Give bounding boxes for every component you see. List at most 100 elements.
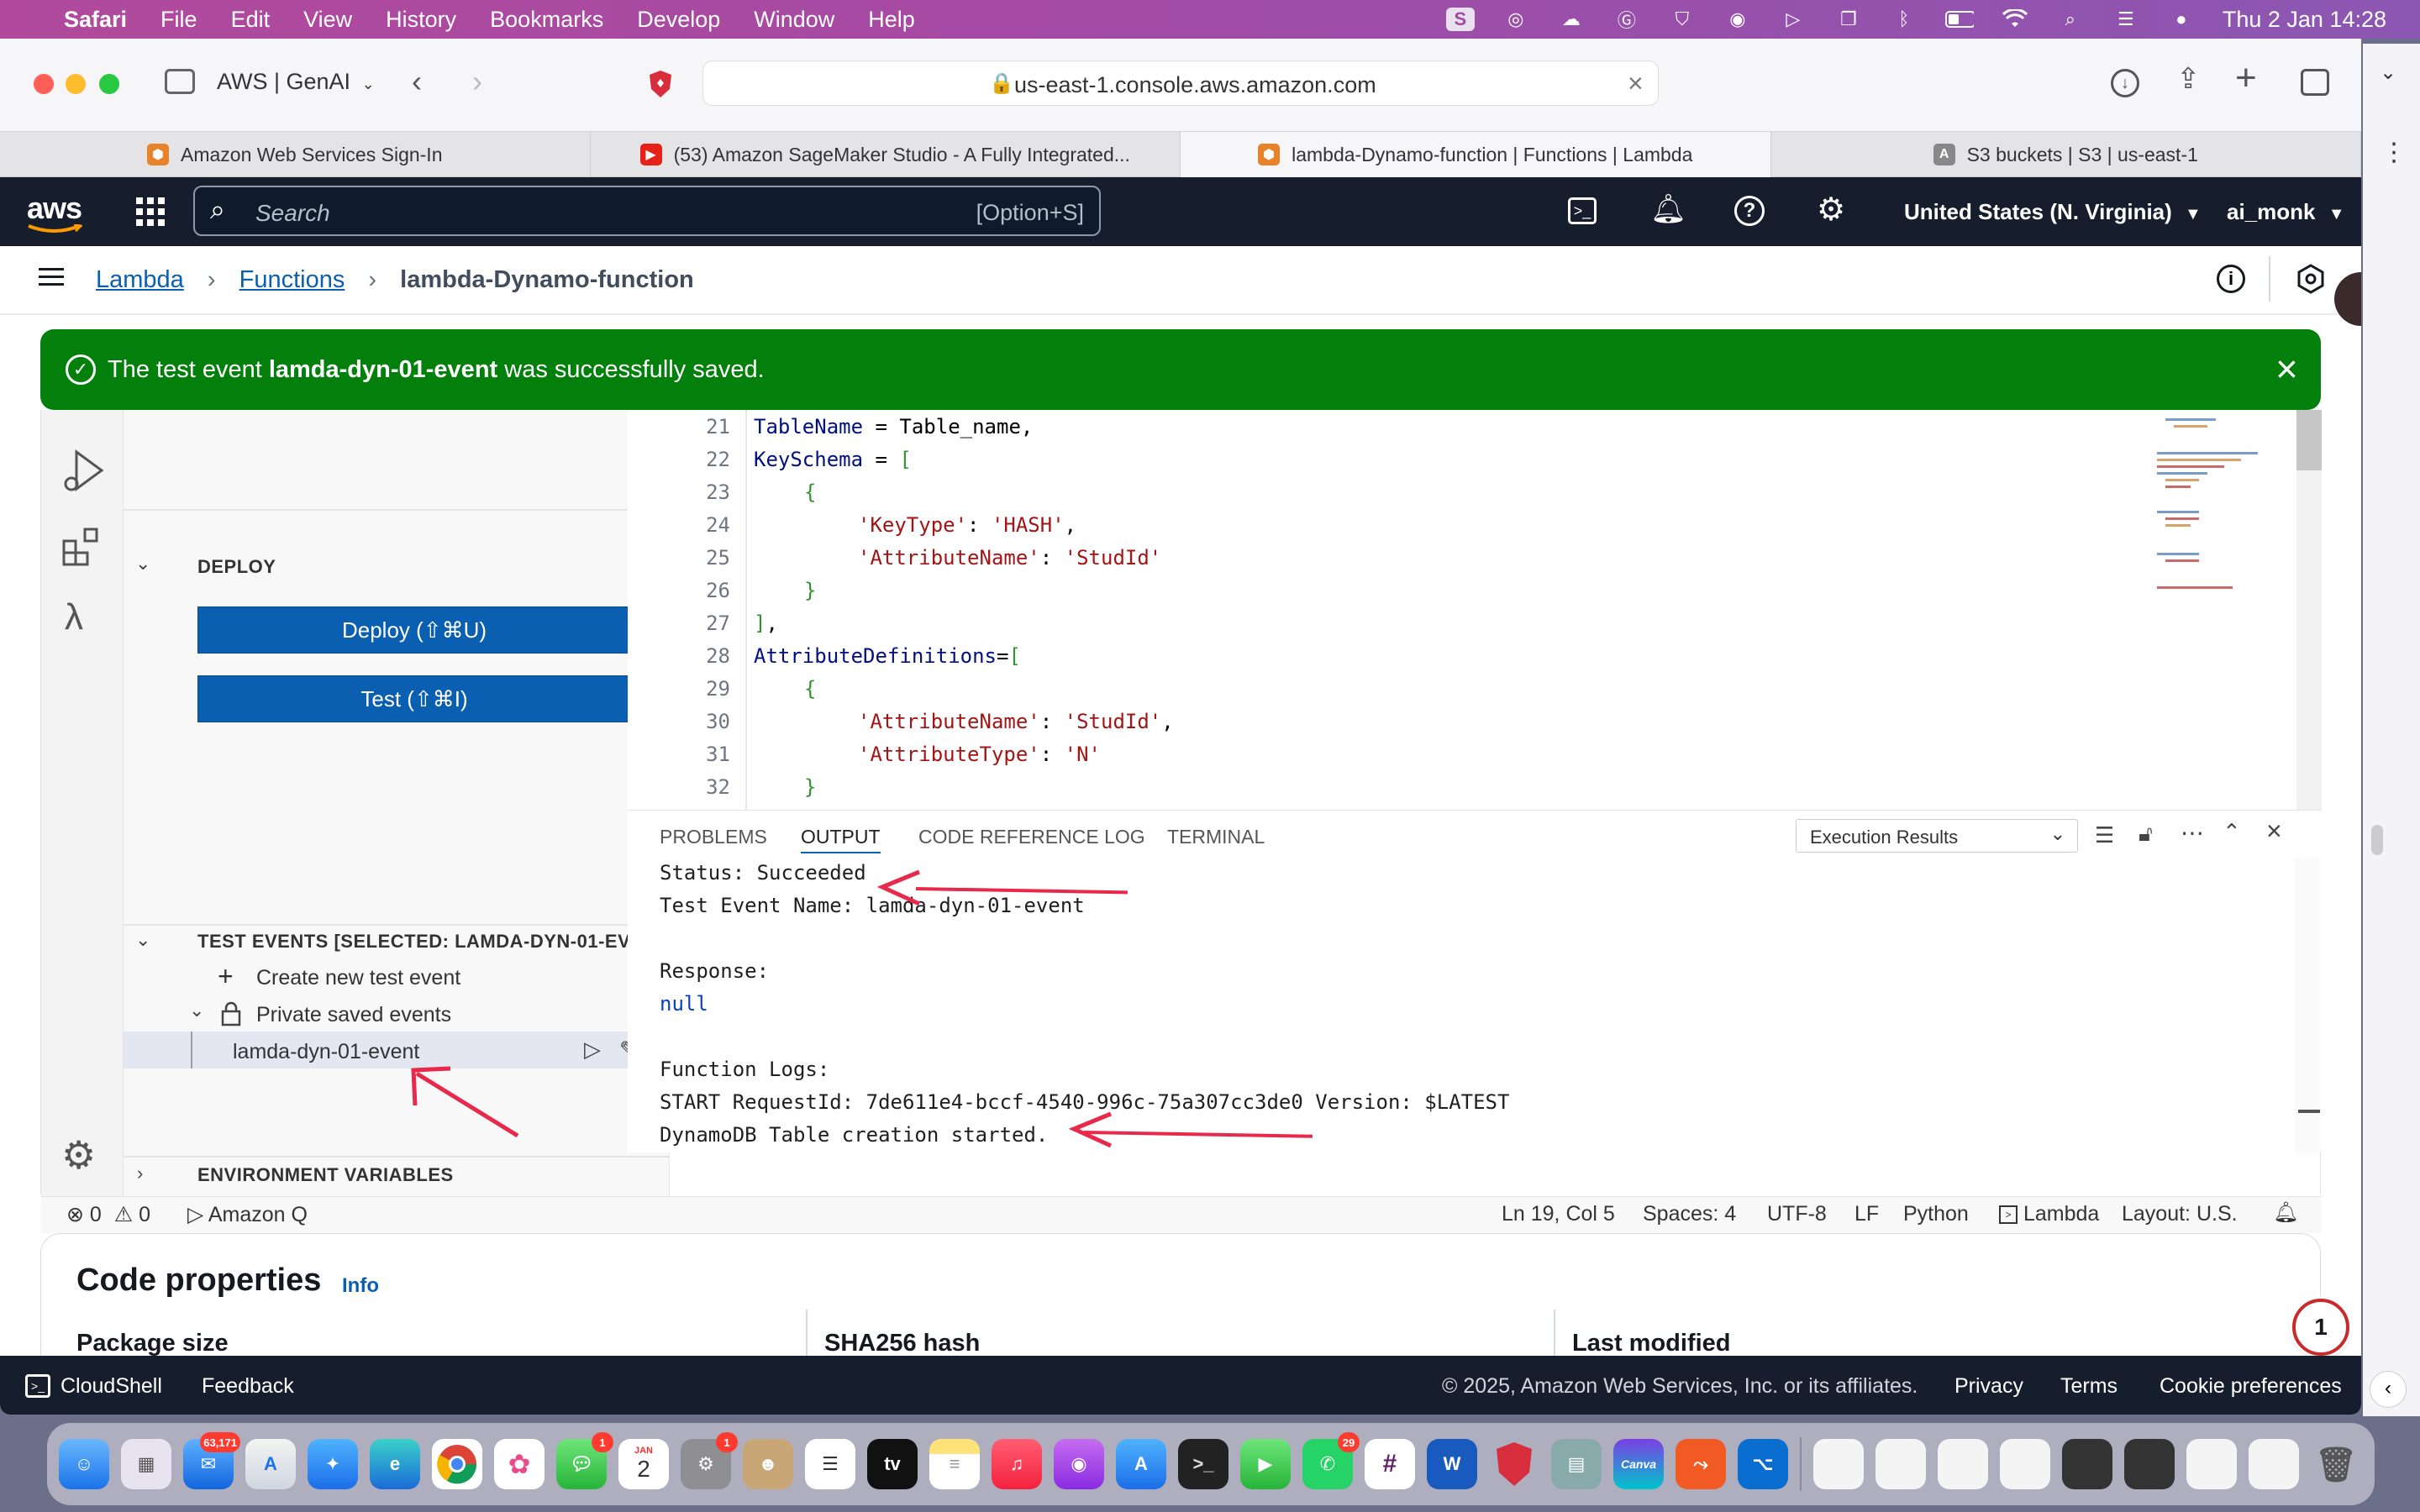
private-saved-events-folder[interactable]: Private saved events bbox=[256, 1003, 451, 1027]
chevron-down-icon[interactable]: ⌄ bbox=[2380, 60, 2405, 86]
sidebar-toggle-icon[interactable] bbox=[165, 69, 195, 94]
notes-icon[interactable]: ≡ bbox=[929, 1439, 980, 1489]
keyboard-layout[interactable]: Layout: U.S. bbox=[2122, 1202, 2238, 1226]
output-scrollbar[interactable] bbox=[2295, 858, 2320, 1153]
code-editor[interactable]: 21 TableName = Table_name, 22 KeySchema = [… bbox=[628, 410, 2322, 810]
app-store-icon[interactable]: A bbox=[1116, 1439, 1166, 1489]
notification-count-badge[interactable]: 1 bbox=[2292, 1299, 2349, 1356]
bluetooth-icon[interactable]: ᛒ bbox=[1890, 8, 1918, 31]
trash-icon[interactable]: 🗑︎ bbox=[2311, 1439, 2361, 1489]
grammarly-icon[interactable]: Ⓖ bbox=[1612, 8, 1641, 31]
amazon-q-status[interactable]: ▷ Amazon Q bbox=[187, 1202, 308, 1227]
info-icon[interactable]: i bbox=[2217, 265, 2245, 293]
finder-icon[interactable]: ☺ bbox=[59, 1439, 109, 1489]
share-icon[interactable]: ⇪ bbox=[2176, 62, 2201, 96]
word-icon[interactable]: W bbox=[1427, 1439, 1477, 1489]
minimize-window-button[interactable] bbox=[66, 74, 86, 94]
remote-desktop-icon[interactable]: ⤳ bbox=[1676, 1439, 1726, 1489]
menu-edit[interactable]: Edit bbox=[231, 7, 271, 33]
skype-status-icon[interactable]: S bbox=[1445, 8, 1475, 31]
more-vertical-icon[interactable]: ⋮ bbox=[2381, 138, 2407, 167]
services-grid-icon[interactable] bbox=[136, 197, 165, 226]
whatsapp-icon[interactable]: ✆ 29 bbox=[1302, 1432, 1360, 1489]
editor-scrollbar[interactable] bbox=[2296, 410, 2322, 810]
privacy-link[interactable]: Privacy bbox=[1954, 1374, 2023, 1399]
cloud-sync-icon[interactable]: ☁ bbox=[1557, 8, 1586, 31]
chevron-down-icon[interactable]: ⌄ bbox=[135, 553, 150, 575]
zoom-window-button[interactable] bbox=[99, 74, 119, 94]
info-link[interactable]: Info bbox=[342, 1274, 379, 1298]
battery-icon[interactable] bbox=[1944, 8, 1974, 31]
breadcrumb-lambda[interactable]: Lambda bbox=[96, 266, 184, 293]
lambda-icon[interactable]: λ bbox=[65, 596, 83, 638]
cloudshell-link[interactable]: CloudShell bbox=[60, 1374, 162, 1399]
chevron-left-icon[interactable]: ‹ bbox=[2370, 1371, 2407, 1408]
feedback-link[interactable]: Feedback bbox=[202, 1374, 294, 1399]
launchpad-icon[interactable]: ▦ bbox=[121, 1439, 171, 1489]
safari-compass-icon[interactable]: ✦ bbox=[308, 1439, 358, 1489]
apple-tv-icon[interactable]: tv bbox=[867, 1439, 918, 1489]
scrollbar-thumb[interactable] bbox=[2298, 1110, 2320, 1113]
recent-window-icon[interactable] bbox=[2124, 1439, 2175, 1489]
menubar-clock[interactable]: Thu 2 Jan 14:28 bbox=[2223, 7, 2386, 33]
cursor-position[interactable]: Ln 19, Col 5 bbox=[1502, 1202, 1615, 1226]
test-events-header[interactable]: TEST EVENTS [SELECTED: LAMDA-DYN-01-EVE.… bbox=[197, 931, 660, 953]
menu-view[interactable]: View bbox=[303, 7, 352, 33]
brave-browser-icon[interactable] bbox=[1489, 1439, 1539, 1489]
deploy-button[interactable]: Deploy (⇧⌘U) bbox=[197, 606, 631, 654]
forward-arrow-icon[interactable]: › bbox=[472, 64, 482, 99]
more-actions-icon[interactable]: ⋯ bbox=[2181, 819, 2204, 847]
encoding-setting[interactable]: UTF-8 bbox=[1767, 1202, 1827, 1226]
bell-icon[interactable]: 🔔︎ bbox=[1650, 192, 1686, 226]
lock-scroll-icon[interactable]: 🔓︎ bbox=[2139, 821, 2153, 848]
play-circle-icon[interactable]: ▷ bbox=[1779, 8, 1807, 31]
recent-window-icon[interactable] bbox=[1938, 1439, 1988, 1489]
extensions-icon[interactable] bbox=[61, 526, 105, 570]
tab-group-selector[interactable]: AWS | GenAI ⌄ bbox=[217, 69, 375, 95]
dismiss-close-icon[interactable]: × bbox=[2275, 346, 2298, 391]
hamburger-menu-icon[interactable] bbox=[39, 266, 64, 288]
line-ending-setting[interactable]: LF bbox=[1854, 1202, 1879, 1226]
menu-history[interactable]: History bbox=[386, 7, 456, 33]
close-panel-icon[interactable]: × bbox=[2266, 816, 2282, 847]
notifications-bell-icon[interactable]: 🔔︎ bbox=[2273, 1200, 2298, 1225]
clear-output-icon[interactable]: ☰ bbox=[2095, 822, 2114, 848]
menu-develop[interactable]: Develop bbox=[637, 7, 720, 33]
aws-search-input[interactable]: ⌕ Search [Option+S] bbox=[193, 186, 1101, 236]
tab-aws-signin[interactable]: ⬢ Amazon Web Services Sign-In bbox=[0, 132, 591, 177]
system-settings-icon[interactable]: ⚙ 1 bbox=[681, 1432, 738, 1489]
saved-event-name[interactable]: lamda-dyn-01-event bbox=[233, 1040, 419, 1064]
menu-app-safari[interactable]: Safari bbox=[64, 7, 127, 33]
tab-overview-icon[interactable] bbox=[2301, 69, 2329, 96]
tab-problems[interactable]: PROBLEMS bbox=[660, 826, 767, 848]
menu-window[interactable]: Window bbox=[754, 7, 834, 33]
chevron-down-icon[interactable]: ⌄ bbox=[135, 929, 150, 951]
breadcrumb-functions[interactable]: Functions bbox=[239, 266, 345, 293]
window-icon[interactable]: ❐ bbox=[1834, 8, 1863, 31]
creative-cloud-icon[interactable]: ◎ bbox=[1502, 8, 1530, 31]
messages-icon[interactable]: 💬︎ 1 bbox=[556, 1432, 613, 1489]
run-event-play-icon[interactable]: ▷ bbox=[584, 1037, 601, 1063]
recent-window-icon[interactable] bbox=[1813, 1439, 1864, 1489]
spotlight-search-icon[interactable]: ⌕ bbox=[2056, 8, 2085, 31]
xcode-instruments-icon[interactable]: A bbox=[245, 1439, 296, 1489]
siri-icon[interactable]: ● bbox=[2167, 8, 2196, 31]
airdrop-icon[interactable]: ◉ bbox=[1723, 8, 1752, 31]
recent-window-icon[interactable] bbox=[2186, 1439, 2237, 1489]
language-mode[interactable]: Python bbox=[1903, 1202, 1969, 1226]
account-menu[interactable]: ai_monk ▼ bbox=[2227, 199, 2345, 225]
recent-window-icon[interactable] bbox=[2000, 1439, 2050, 1489]
close-window-button[interactable] bbox=[34, 74, 54, 94]
calendar-icon[interactable]: JAN 2 bbox=[618, 1439, 669, 1489]
environment-variables-header[interactable]: ENVIRONMENT VARIABLES bbox=[197, 1164, 454, 1186]
back-arrow-icon[interactable]: ‹ bbox=[412, 64, 422, 99]
cloud-gear-icon[interactable] bbox=[2296, 263, 2326, 295]
output-channel-select[interactable]: Execution Results ⌄ bbox=[1796, 819, 2078, 853]
tab-s3-buckets[interactable]: A S3 buckets | S3 | us-east-1 bbox=[1771, 132, 2361, 177]
chrome-icon[interactable] bbox=[432, 1439, 482, 1489]
contacts-icon[interactable]: ☻ bbox=[743, 1439, 793, 1489]
tab-code-reference-log[interactable]: CODE REFERENCE LOG bbox=[918, 826, 1145, 848]
new-tab-icon[interactable]: + bbox=[2235, 57, 2257, 99]
maximize-panel-icon[interactable]: ⌃ bbox=[2223, 819, 2241, 845]
vscode-icon[interactable]: ⌥ bbox=[1738, 1439, 1788, 1489]
